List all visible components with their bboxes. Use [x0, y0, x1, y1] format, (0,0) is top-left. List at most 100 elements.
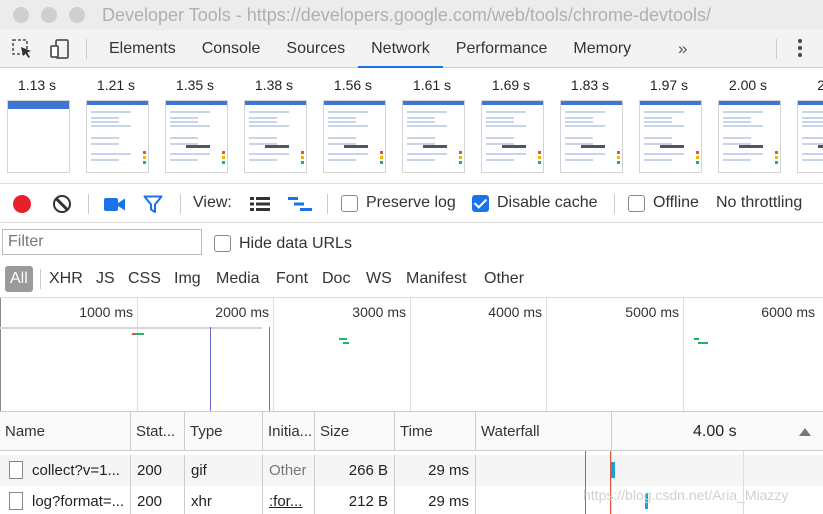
tab-sources[interactable]: Sources: [273, 30, 358, 68]
request-status: 200: [131, 486, 185, 514]
request-size: 266 B: [315, 455, 395, 486]
selection-range-bar: [0, 327, 262, 329]
load-event-line: [610, 451, 611, 514]
table-row[interactable]: collect?v=1... 200 gif Other 266 B 29 ms: [0, 455, 823, 486]
filmstrip-thumbnail: [323, 100, 386, 173]
filmstrip-frame[interactable]: 1.83 s: [557, 69, 636, 183]
sort-ascending-icon[interactable]: [799, 428, 811, 436]
filter-bar: Hide data URLs: [0, 224, 823, 262]
filmstrip-thumbnail: [797, 100, 823, 173]
clear-button[interactable]: [53, 195, 71, 213]
filmstrip-thumbnail: [86, 100, 149, 173]
type-filter-manifest[interactable]: Manifest: [406, 266, 466, 292]
hide-data-urls-checkbox[interactable]: [214, 235, 231, 252]
filmstrip-thumbnail: [7, 100, 70, 173]
tab-memory[interactable]: Memory: [560, 30, 644, 68]
type-filter-doc[interactable]: Doc: [322, 266, 350, 292]
filmstrip-frame[interactable]: 1.61 s: [399, 69, 478, 183]
device-toolbar-icon[interactable]: [50, 39, 72, 59]
type-filter-media[interactable]: Media: [216, 266, 260, 292]
filter-input[interactable]: [2, 229, 202, 255]
offline-checkbox[interactable]: [628, 195, 645, 212]
request-bar: [136, 333, 144, 335]
minimize-window-button[interactable]: [41, 7, 57, 23]
more-tabs-chevron-icon[interactable]: »: [678, 39, 687, 59]
inspect-element-icon[interactable]: [12, 39, 34, 59]
column-header-waterfall[interactable]: Waterfall: [476, 412, 823, 451]
filmstrip-frame[interactable]: 1.35 s: [162, 69, 241, 183]
filmstrip-thumbnail: [244, 100, 307, 173]
request-size: 212 B: [315, 486, 395, 514]
disable-cache-checkbox[interactable]: [472, 195, 489, 212]
type-filter-xhr[interactable]: XHR: [49, 266, 83, 292]
filmstrip-frame-time: 1.56 s: [333, 77, 373, 93]
column-header-name[interactable]: Name: [0, 412, 131, 451]
request-type: gif: [185, 455, 263, 486]
filmstrip-frame-time: 1.13 s: [17, 77, 57, 93]
filmstrip-frame[interactable]: 1.38 s: [241, 69, 320, 183]
record-button[interactable]: [13, 195, 31, 213]
dom-content-loaded-line: [210, 327, 211, 411]
column-header-status[interactable]: Stat...: [131, 412, 185, 451]
timeline-tick-label: 4000 ms: [488, 304, 542, 320]
offline-label: Offline: [653, 194, 699, 211]
request-type: xhr: [185, 486, 263, 514]
type-filter-css[interactable]: CSS: [128, 266, 161, 292]
file-icon: [9, 492, 23, 510]
throttling-select[interactable]: No throttling: [716, 194, 802, 212]
waterfall-gridline: [611, 412, 612, 451]
filmstrip-frame[interactable]: 1.69 s: [478, 69, 557, 183]
filmstrip-thumbnail: [718, 100, 781, 173]
filmstrip-frame-time: 1.69 s: [491, 77, 531, 93]
tab-elements[interactable]: Elements: [96, 30, 189, 68]
filmstrip-frame[interactable]: 1.56 s: [320, 69, 399, 183]
timeline-gridline: [683, 298, 684, 411]
filmstrip-frame[interactable]: 1.21 s: [83, 69, 162, 183]
timeline-tick-label: 6000 ms: [761, 304, 815, 320]
timeline-tick-label: 5000 ms: [625, 304, 679, 320]
maximize-window-button[interactable]: [69, 7, 85, 23]
filmstrip-frame-time: 1.21 s: [96, 77, 136, 93]
preserve-log-checkbox[interactable]: [341, 195, 358, 212]
filmstrip-frame[interactable]: 1.13 s: [4, 69, 83, 183]
filmstrip-thumbnail: [560, 100, 623, 173]
screenshot-filmstrip: 1.13 s 1.21 s 1.35 s 1.38 s 1.56 s 1.61 s 1.69…: [0, 69, 823, 184]
timeline-gridline: [273, 298, 274, 411]
filmstrip-frame[interactable]: 2.00 s: [715, 69, 794, 183]
column-header-type[interactable]: Type: [185, 412, 263, 451]
request-time: 29 ms: [395, 455, 476, 486]
waterfall-header-label: Waterfall: [481, 423, 540, 440]
waterfall-bar: [611, 462, 615, 478]
more-options-icon[interactable]: [798, 39, 802, 59]
file-icon: [9, 461, 23, 479]
large-rows-icon[interactable]: [250, 197, 270, 211]
filmstrip-frame[interactable]: 2.0: [794, 69, 823, 183]
column-header-time[interactable]: Time: [395, 412, 476, 451]
waterfall-overview-icon[interactable]: [288, 197, 312, 211]
filmstrip-frame[interactable]: 1.97 s: [636, 69, 715, 183]
network-overview-timeline[interactable]: 1000 ms 2000 ms 3000 ms 4000 ms 5000 ms …: [0, 298, 823, 412]
preserve-log-label: Preserve log: [366, 194, 456, 211]
tab-network[interactable]: Network: [358, 30, 443, 68]
window-controls: [13, 7, 85, 23]
type-filter-js[interactable]: JS: [96, 266, 115, 292]
filmstrip-frame-time: 2.0: [794, 77, 823, 93]
toolbar-divider: [88, 194, 89, 214]
hide-data-urls-label: Hide data URLs: [239, 235, 352, 252]
tab-console[interactable]: Console: [189, 30, 274, 68]
filter-funnel-icon[interactable]: [143, 195, 163, 214]
column-header-size[interactable]: Size: [315, 412, 395, 451]
type-filter-all[interactable]: All: [5, 266, 33, 292]
toolbar-divider: [776, 39, 777, 59]
type-filter-img[interactable]: Img: [174, 266, 201, 292]
timeline-tick-label: 2000 ms: [215, 304, 269, 320]
column-header-initiator[interactable]: Initia...: [263, 412, 315, 451]
close-window-button[interactable]: [13, 7, 29, 23]
filmstrip-frame-time: 1.61 s: [412, 77, 452, 93]
video-camera-icon[interactable]: [104, 197, 126, 212]
tab-performance[interactable]: Performance: [443, 30, 561, 68]
request-initiator-link[interactable]: :for...: [263, 486, 315, 514]
type-filter-ws[interactable]: WS: [366, 266, 392, 292]
type-filter-font[interactable]: Font: [276, 266, 308, 292]
type-filter-other[interactable]: Other: [484, 266, 524, 292]
